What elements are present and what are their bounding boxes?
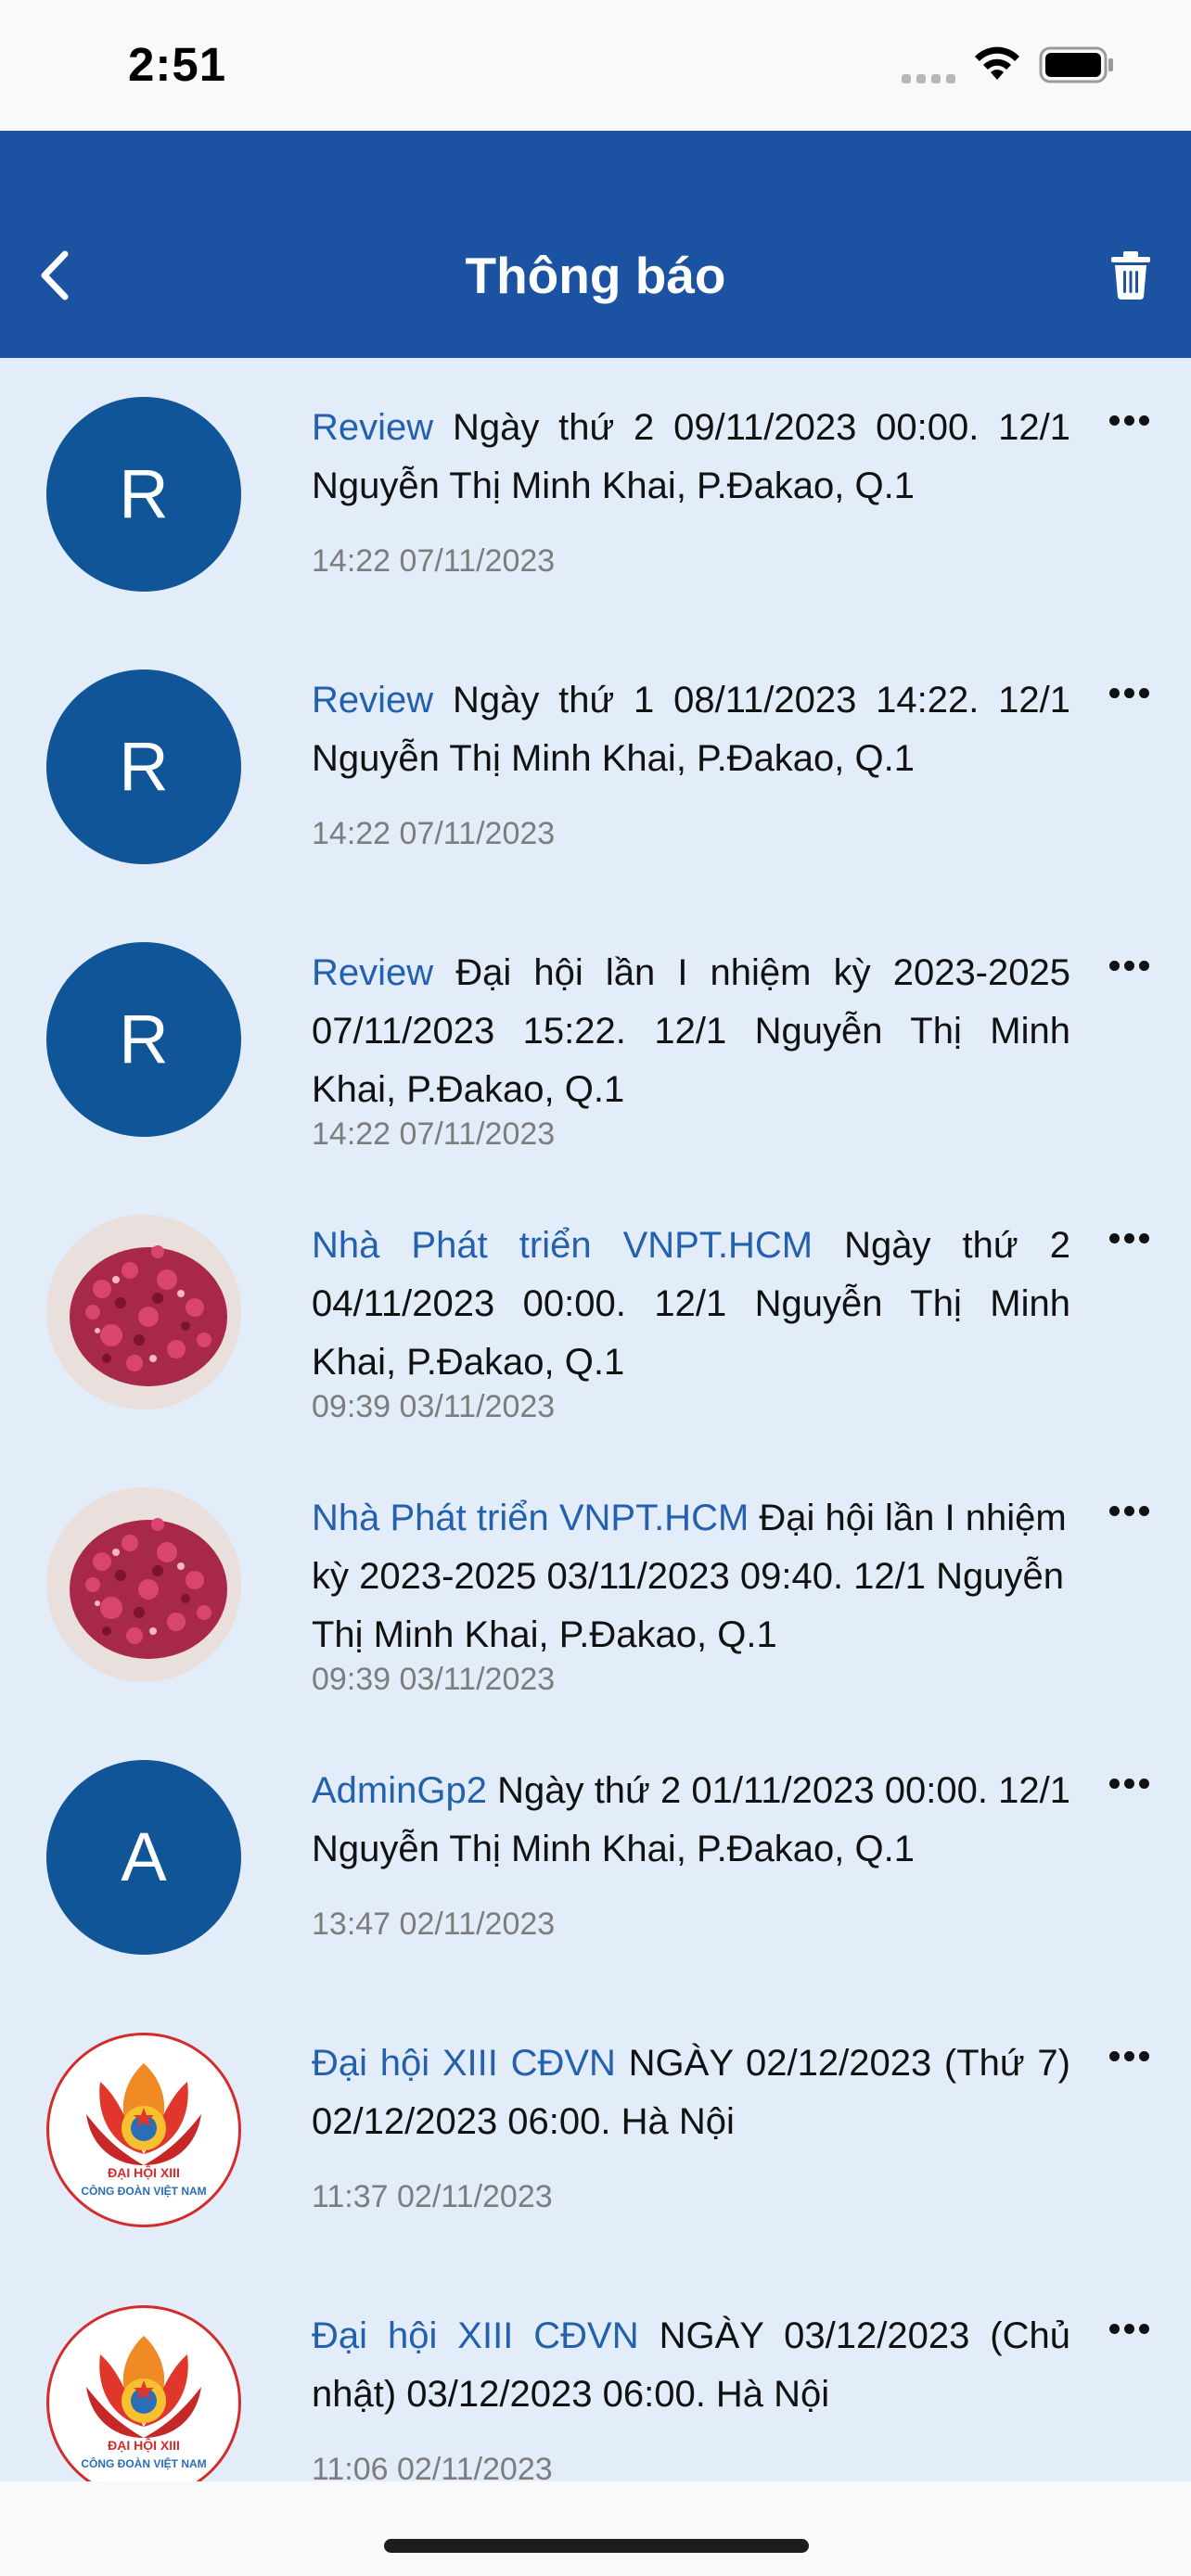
notification-item[interactable]: ĐẠI HỘI XIII CÔNG ĐOÀN VIỆT NAM Đại hội … — [0, 1994, 1191, 2266]
svg-text:ĐẠI HỘI XIII: ĐẠI HỘI XIII — [108, 2437, 180, 2453]
notification-message: Review Đại hội lần I nhiệm kỳ 2023-2025 … — [312, 944, 1070, 1119]
notification-time: 14:22 07/11/2023 — [312, 543, 556, 579]
sender-name: Review — [312, 680, 434, 721]
notification-item[interactable]: R Review Ngày thứ 2 09/11/2023 00:00. 12… — [0, 358, 1191, 631]
notification-time: 11:37 02/11/2023 — [312, 2179, 553, 2214]
avatar: R — [46, 942, 241, 1137]
wifi-icon — [975, 46, 1019, 80]
trash-icon[interactable] — [1109, 250, 1152, 300]
notification-item[interactable]: R Review Ngày thứ 1 08/11/2023 14:22. 12… — [0, 631, 1191, 903]
status-time: 2:51 — [128, 38, 227, 91]
flower-photo-avatar — [46, 1487, 241, 1682]
more-options-icon[interactable] — [1109, 2318, 1150, 2339]
union-logo-avatar: ĐẠI HỘI XIII CÔNG ĐOÀN VIỆT NAM — [46, 2305, 241, 2481]
notification-message: Đại hội XIII CĐVN NGÀY 02/12/2023 (Thứ 7… — [312, 2034, 1070, 2151]
notification-item[interactable]: A AdminGp2 Ngày thứ 2 01/11/2023 00:00. … — [0, 1721, 1191, 1994]
notification-time: 09:39 03/11/2023 — [312, 1389, 556, 1424]
notification-list[interactable]: R Review Ngày thứ 2 09/11/2023 00:00. 12… — [0, 358, 1191, 2481]
sender-name: Đại hội XIII CĐVN — [312, 2043, 616, 2084]
union-logo-avatar: ĐẠI HỘI XIII CÔNG ĐOÀN VIỆT NAM — [46, 2033, 241, 2227]
svg-text:CÔNG ĐOÀN VIỆT NAM: CÔNG ĐOÀN VIỆT NAM — [81, 2456, 206, 2470]
page-title: Thông báo — [465, 247, 726, 304]
more-options-icon[interactable] — [1109, 682, 1150, 703]
flower-photo-avatar — [46, 1215, 241, 1409]
notification-time: 09:39 03/11/2023 — [312, 1662, 556, 1697]
svg-text:ĐẠI HỘI XIII: ĐẠI HỘI XIII — [108, 2164, 180, 2180]
more-options-icon[interactable] — [1109, 955, 1150, 976]
notification-message: Review Ngày thứ 1 08/11/2023 14:22. 12/1… — [312, 671, 1070, 788]
more-options-icon[interactable] — [1109, 410, 1150, 430]
sender-name: Review — [312, 952, 434, 993]
avatar: R — [46, 397, 241, 592]
notification-message: AdminGp2 Ngày thứ 2 01/11/2023 00:00. 12… — [312, 1762, 1070, 1879]
cellular-signal-icon — [902, 74, 957, 85]
notification-item[interactable]: Nhà Phát triển VNPT.HCM Đại hội lần I nh… — [0, 1448, 1191, 1721]
more-options-icon[interactable] — [1109, 1773, 1150, 1793]
more-options-icon[interactable] — [1109, 1228, 1150, 1248]
sender-name: Review — [312, 407, 434, 448]
notification-message: Đại hội XIII CĐVN NGÀY 03/12/2023 (Chủ n… — [312, 2307, 1070, 2424]
avatar: R — [46, 670, 241, 864]
notification-item[interactable]: Nhà Phát triển VNPT.HCM Ngày thứ 2 04/11… — [0, 1176, 1191, 1448]
notification-message: Review Ngày thứ 2 09/11/2023 00:00. 12/1… — [312, 399, 1070, 516]
avatar: A — [46, 1760, 241, 1955]
svg-text:CÔNG ĐOÀN VIỆT NAM: CÔNG ĐOÀN VIỆT NAM — [81, 2184, 206, 2198]
more-options-icon[interactable] — [1109, 1500, 1150, 1521]
notification-item[interactable]: ĐẠI HỘI XIII CÔNG ĐOÀN VIỆT NAM Đại hội … — [0, 2266, 1191, 2481]
more-options-icon[interactable] — [1109, 2046, 1150, 2066]
notification-time: 11:06 02/11/2023 — [312, 2452, 553, 2481]
notification-message: Nhà Phát triển VNPT.HCM Ngày thứ 2 04/11… — [312, 1217, 1070, 1392]
home-indicator-area — [0, 2481, 1191, 2576]
battery-icon — [1039, 46, 1113, 83]
sender-name: AdminGp2 — [312, 1770, 487, 1811]
status-bar: 2:51 — [0, 0, 1191, 131]
sender-name: Nhà Phát triển VNPT.HCM — [312, 1225, 813, 1266]
sender-name: Nhà Phát triển VNPT.HCM — [312, 1498, 749, 1538]
notification-time: 14:22 07/11/2023 — [312, 1116, 556, 1152]
notification-message: Nhà Phát triển VNPT.HCM Đại hội lần I nh… — [312, 1489, 1070, 1664]
notification-time: 14:22 07/11/2023 — [312, 816, 556, 851]
notification-time: 13:47 02/11/2023 — [312, 1906, 556, 1942]
sender-name: Đại hội XIII CĐVN — [312, 2315, 639, 2356]
notification-item[interactable]: R Review Đại hội lần I nhiệm kỳ 2023-202… — [0, 903, 1191, 1176]
home-indicator[interactable] — [384, 2539, 809, 2553]
